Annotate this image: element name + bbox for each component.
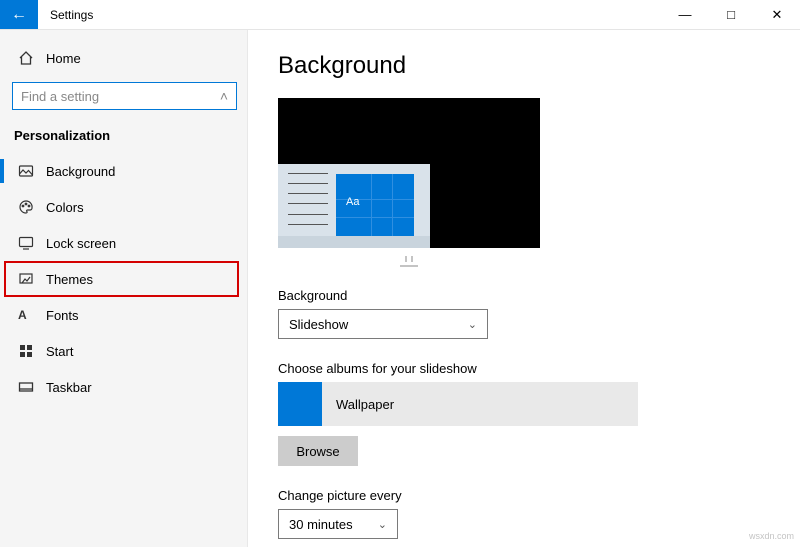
sidebar-item-label: Start	[40, 344, 73, 359]
back-button[interactable]: ←	[0, 0, 38, 29]
search-box[interactable]: ˄	[12, 82, 237, 110]
sidebar-item-taskbar[interactable]: Taskbar	[0, 369, 247, 405]
maximize-button[interactable]: □	[708, 0, 754, 29]
preview-desktop-area: Aa	[278, 164, 430, 248]
preview-start-tiles: Aa	[336, 174, 414, 236]
search-container: ˄	[0, 82, 247, 120]
background-type-label: Background	[278, 288, 770, 303]
close-button[interactable]: ✕	[754, 0, 800, 29]
home-icon	[18, 50, 40, 66]
window-controls: — □ ✕	[662, 0, 800, 29]
palette-icon	[18, 199, 40, 215]
preview-sample-text: Aa	[346, 196, 359, 208]
sidebar-item-fonts[interactable]: A Fonts	[0, 297, 247, 333]
sidebar-section-title: Personalization	[0, 120, 247, 153]
browse-button-label: Browse	[296, 444, 339, 459]
dropdown-value: Slideshow	[289, 317, 348, 332]
sidebar-item-label: Fonts	[40, 308, 79, 323]
background-type-dropdown[interactable]: Slideshow ⌄	[278, 309, 488, 339]
start-icon	[18, 343, 40, 359]
sidebar-item-label: Themes	[40, 272, 93, 287]
minimize-button[interactable]: —	[662, 0, 708, 29]
search-icon: ˄	[220, 88, 228, 104]
themes-icon	[18, 271, 40, 287]
browse-button[interactable]: Browse	[278, 436, 358, 466]
maximize-icon: □	[727, 7, 735, 22]
change-interval-label: Change picture every	[278, 488, 770, 503]
sidebar-item-lockscreen[interactable]: Lock screen	[0, 225, 247, 261]
desktop-preview: Aa	[278, 98, 540, 248]
content: Home ˄ Personalization Background Colors	[0, 30, 800, 547]
sidebar-nav-list: Background Colors Lock screen Themes	[0, 153, 247, 405]
dropdown-value: 30 minutes	[289, 517, 353, 532]
lock-screen-icon	[18, 235, 40, 251]
minimize-icon: —	[679, 7, 692, 22]
picture-icon	[18, 163, 40, 179]
chevron-down-icon: ⌄	[378, 518, 387, 531]
preview-taskbar	[278, 236, 430, 248]
change-interval-dropdown[interactable]: 30 minutes ⌄	[278, 509, 398, 539]
sidebar-item-background[interactable]: Background	[0, 153, 247, 189]
taskbar-icon	[18, 379, 40, 395]
sidebar-item-label: Taskbar	[40, 380, 92, 395]
search-input[interactable]	[21, 89, 220, 104]
albums-label: Choose albums for your slideshow	[278, 361, 770, 376]
album-item[interactable]: Wallpaper	[278, 382, 638, 426]
titlebar: ← Settings — □ ✕	[0, 0, 800, 30]
sidebar-item-home[interactable]: Home	[0, 40, 247, 76]
sidebar-item-colors[interactable]: Colors	[0, 189, 247, 225]
sidebar: Home ˄ Personalization Background Colors	[0, 30, 248, 547]
window-title: Settings	[38, 0, 93, 29]
sidebar-item-label: Home	[40, 51, 81, 66]
sidebar-item-start[interactable]: Start	[0, 333, 247, 369]
main-panel: Background Aa	[248, 30, 800, 547]
sidebar-item-label: Lock screen	[40, 236, 116, 251]
watermark: wsxdn.com	[749, 531, 794, 541]
album-thumbnail	[278, 382, 322, 426]
background-type-section: Background Slideshow ⌄	[278, 288, 770, 339]
sidebar-item-label: Background	[40, 164, 115, 179]
chevron-down-icon: ⌄	[468, 318, 477, 331]
page-title: Background	[278, 52, 770, 80]
arrow-left-icon: ←	[11, 6, 27, 24]
change-interval-section: Change picture every 30 minutes ⌄	[278, 488, 770, 539]
close-icon: ✕	[772, 7, 783, 23]
monitor-stand-icon	[278, 256, 540, 268]
sidebar-item-label: Colors	[40, 200, 84, 215]
albums-section: Choose albums for your slideshow Wallpap…	[278, 361, 770, 466]
sidebar-item-themes[interactable]: Themes	[4, 261, 239, 297]
fonts-icon: A	[18, 308, 40, 322]
album-name: Wallpaper	[322, 397, 394, 412]
